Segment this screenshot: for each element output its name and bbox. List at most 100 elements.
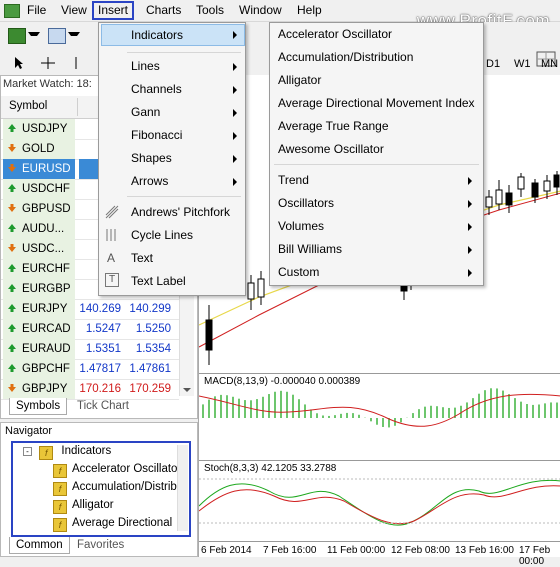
market-watch-row[interactable]: GBPJPY 170.216 170.259 (1, 379, 179, 400)
tree-item-alligator[interactable]: f Alligator (53, 499, 114, 514)
timeframe-mn[interactable]: MN (541, 58, 558, 70)
symbol-name: USDCHF (22, 183, 70, 195)
symbol-cell: GBPUSD (3, 199, 75, 219)
menu-item-accumulation-distribution[interactable]: Accumulation/Distribution (278, 50, 413, 64)
menu-item-text[interactable]: Text (131, 251, 153, 265)
market-watch-row[interactable]: EURCAD 1.5247 1.5250 (1, 319, 179, 340)
menu-item-awesome-oscillator[interactable]: Awesome Oscillator (278, 142, 384, 156)
menu-tools[interactable]: Tools (196, 3, 224, 17)
time-label: 13 Feb 16:00 (455, 545, 514, 556)
insert-menu: Indicators Lines Channels Gann Fibonacci… (98, 22, 246, 296)
stochastic-plot (199, 478, 560, 526)
menu-item-channels[interactable]: Channels (131, 82, 182, 96)
menu-item-accelerator-oscillator[interactable]: Accelerator Oscillator (278, 27, 392, 41)
symbol-cell: USDCHF (3, 179, 75, 199)
symbol-name: EURCHF (22, 263, 70, 275)
menu-item-oscillators[interactable]: Oscillators (278, 196, 334, 210)
app-icon (4, 4, 20, 18)
symbol-cell: GOLD (3, 139, 75, 159)
symbol-cell: EURUSD (3, 159, 75, 179)
arrow-down-icon (8, 164, 16, 172)
collapse-icon[interactable]: - (23, 447, 32, 456)
macd-subwindow[interactable]: MACD(8,13,9) -0.000040 0.000389 (199, 373, 560, 460)
timeframe-d1[interactable]: D1 (486, 58, 500, 70)
arrow-down-icon (8, 384, 16, 392)
menu-item-volumes[interactable]: Volumes (278, 219, 324, 233)
symbol-cell: USDJPY (3, 119, 75, 139)
navigator-tree: - f Indicators f Accelerator Oscillato fA… (11, 441, 191, 537)
ask-cell: 1.5354 (135, 343, 171, 355)
text-label-icon: T (105, 273, 119, 287)
time-label: 17 Feb 00:00 (519, 545, 551, 567)
menu-item-custom[interactable]: Custom (278, 265, 319, 279)
symbol-name: EURUSD (22, 163, 71, 175)
menu-item-alligator[interactable]: Alligator (278, 73, 321, 87)
menu-item-admi[interactable]: Average Directional Movement Index (278, 96, 475, 110)
arrow-up-icon (8, 364, 16, 372)
menu-item-fibonacci[interactable]: Fibonacci (131, 128, 182, 142)
menu-window[interactable]: Window (239, 3, 282, 17)
symbol-cell: EURGBP (3, 279, 75, 299)
menu-item-average-true-range[interactable]: Average True Range (278, 119, 389, 133)
symbol-cell: EURJPY (3, 299, 75, 319)
tab-tick-chart[interactable]: Tick Chart (71, 398, 135, 414)
menu-item-andrews-pitchfork[interactable]: Andrews' Pitchfork (131, 205, 230, 219)
symbol-name: USDC... (22, 243, 65, 255)
navigator-title: Navigator (5, 425, 53, 437)
menu-bar: File View Insert Charts Tools Window Hel… (0, 0, 560, 30)
menu-item-lines[interactable]: Lines (131, 59, 160, 73)
arrow-up-icon (8, 264, 16, 272)
crosshair-icon[interactable] (40, 56, 56, 70)
menu-item-indicators[interactable]: Indicators (131, 28, 183, 42)
tab-common[interactable]: Common (9, 537, 70, 554)
market-watch-row[interactable]: EURAUD 1.5351 1.5354 (1, 339, 179, 360)
profiles-icon[interactable] (48, 28, 66, 44)
tree-item-accumulation[interactable]: f Accumulation/Distrib (53, 481, 177, 496)
symbol-name: GBPJPY (22, 383, 68, 395)
market-watch-row[interactable]: EURJPY 140.269 140.299 (1, 299, 179, 320)
menu-insert[interactable]: Insert (92, 1, 135, 20)
navigator-panel: Navigator - f Indicators f Accelerator Os… (0, 422, 198, 557)
tree-item-average-directional[interactable]: f Average Directional (53, 517, 172, 532)
bid-cell: 140.269 (79, 303, 121, 315)
menu-item-gann[interactable]: Gann (131, 105, 160, 119)
dropdown-arrow-icon[interactable] (68, 32, 80, 40)
symbol-name: GBPUSD (22, 203, 71, 215)
symbol-cell: EURCHF (3, 259, 75, 279)
tab-symbols[interactable]: Symbols (9, 398, 68, 415)
market-watch-row[interactable]: GBPCHF 1.47817 1.47861 (1, 359, 179, 380)
menu-help[interactable]: Help (297, 3, 322, 17)
cursor-icon[interactable] (14, 56, 24, 70)
ask-cell: 140.299 (129, 303, 171, 315)
menu-item-bill-williams[interactable]: Bill Williams (278, 242, 342, 256)
menu-file[interactable]: File (27, 3, 46, 17)
menu-item-shapes[interactable]: Shapes (131, 151, 172, 165)
column-symbol[interactable]: Symbol (9, 100, 47, 112)
menu-item-arrows[interactable]: Arrows (131, 174, 168, 188)
tree-node-indicators[interactable]: - f Indicators (23, 445, 111, 460)
stochastic-subwindow[interactable]: Stoch(8,3,3) 42.1205 33.2788 (199, 460, 560, 541)
symbol-cell: GBPJPY (3, 379, 75, 399)
navigator-scrollbar[interactable] (177, 445, 188, 531)
time-label: 7 Feb 16:00 (263, 545, 317, 556)
bid-cell: 1.5351 (85, 343, 121, 355)
indicators-submenu: Accelerator Oscillator Accumulation/Dist… (269, 22, 484, 286)
tree-item-accelerator[interactable]: f Accelerator Oscillato (53, 463, 177, 478)
tab-favorites[interactable]: Favorites (71, 537, 130, 553)
menu-item-cycle-lines[interactable]: Cycle Lines (131, 228, 193, 242)
navigator-tabs: Common Favorites (7, 537, 193, 555)
timeframe-w1[interactable]: W1 (514, 58, 531, 70)
menu-item-trend[interactable]: Trend (278, 173, 309, 187)
vertical-line-icon[interactable] (68, 56, 84, 70)
new-chart-icon[interactable] (8, 28, 26, 44)
menu-item-text-label[interactable]: Text Label (131, 274, 186, 288)
menu-view[interactable]: View (61, 3, 87, 17)
symbol-name: EURGBP (22, 283, 71, 295)
symbol-cell: EURCAD (3, 319, 75, 339)
bid-cell: 170.216 (79, 383, 121, 395)
symbol-cell: USDC... (3, 239, 75, 259)
menu-charts[interactable]: Charts (146, 3, 181, 17)
pitchfork-icon (105, 205, 119, 222)
arrow-up-icon (8, 184, 16, 192)
dropdown-arrow-icon[interactable] (28, 32, 40, 40)
